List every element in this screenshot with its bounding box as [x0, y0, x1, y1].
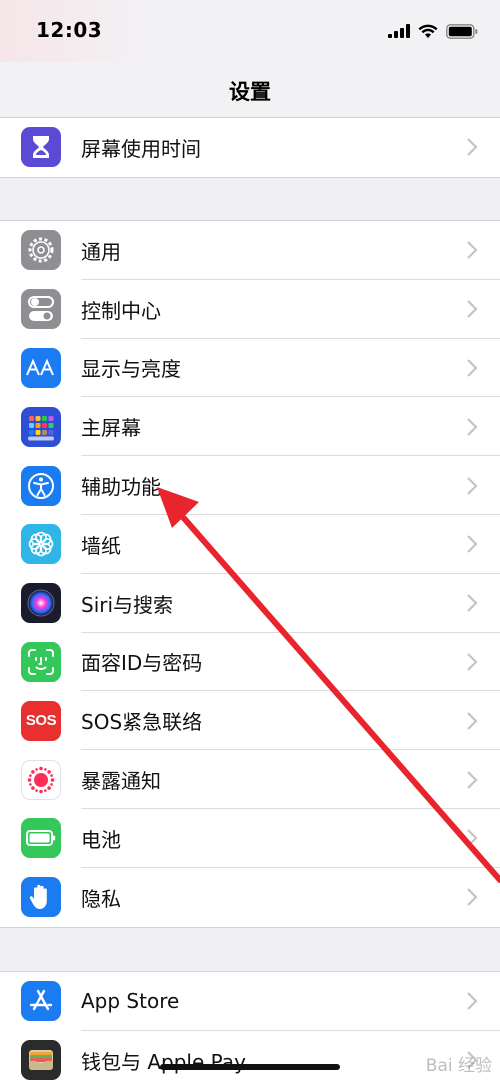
settings-row-label: SOS紧急联络 — [81, 710, 203, 735]
settings-row-battery[interactable]: 电池 — [0, 809, 500, 868]
chevron-right-icon — [467, 770, 478, 789]
settings-row-label: 钱包与 Apple Pay — [81, 1049, 246, 1074]
settings-row-app-store[interactable]: App Store — [0, 972, 500, 1031]
hand-icon — [21, 877, 61, 918]
settings-row-label: 通用 — [81, 239, 121, 264]
settings-row-face-id[interactable]: 面容ID与密码 — [0, 633, 500, 692]
chevron-right-icon — [467, 888, 478, 906]
page-title: 设置 — [229, 80, 271, 104]
settings-row-label: 显示与亮度 — [81, 357, 181, 382]
settings-group-screen-time: 屏幕使用时间 — [0, 118, 500, 178]
toggles-icon — [21, 289, 61, 330]
settings-row-emergency-sos[interactable]: SOS SOS紧急联络 — [0, 691, 500, 751]
wallet-icon — [21, 1040, 61, 1081]
accessibility-icon — [21, 465, 61, 506]
sos-icon-text: SOS — [25, 712, 57, 730]
home-indicator[interactable] — [160, 1064, 340, 1070]
settings-row-home-screen[interactable]: 主屏幕 — [0, 397, 500, 457]
settings-row-label: 隐私 — [81, 886, 121, 911]
settings-row-label: 辅助功能 — [81, 475, 161, 500]
status-icons — [388, 20, 478, 42]
settings-row-label: 控制中心 — [81, 298, 161, 323]
settings-row-control-center[interactable]: 控制中心 — [0, 280, 500, 339]
chevron-right-icon — [467, 711, 478, 730]
settings-row-display[interactable]: 显示与亮度 — [0, 339, 500, 398]
status-time: 12:03 — [36, 18, 103, 42]
watermark: Bai 经验 — [425, 1056, 492, 1076]
chevron-right-icon — [467, 535, 478, 554]
chevron-right-icon — [467, 653, 478, 671]
status-bar: 12:03 — [0, 0, 500, 62]
chevron-right-icon — [467, 300, 478, 318]
siri-icon — [21, 583, 61, 624]
chevron-right-icon — [467, 241, 478, 260]
settings-row-accessibility[interactable]: 辅助功能 — [0, 456, 500, 515]
app-grid-icon — [21, 406, 61, 447]
chevron-right-icon — [467, 359, 478, 377]
exposure-icon — [21, 759, 61, 800]
battery-icon — [21, 818, 61, 859]
nav-bar: 设置 — [0, 62, 500, 118]
settings-row-label: Siri与搜索 — [81, 592, 174, 617]
settings-row-label: 电池 — [81, 827, 121, 852]
battery-status-icon — [446, 23, 478, 39]
settings-row-label: App Store — [81, 989, 180, 1014]
settings-row-label: 面容ID与密码 — [81, 651, 203, 676]
sos-icon: SOS — [21, 700, 61, 741]
chevron-right-icon — [467, 418, 478, 436]
settings-row-general[interactable]: 通用 — [0, 221, 500, 280]
text-size-icon — [21, 347, 61, 388]
chevron-right-icon — [467, 829, 478, 848]
settings-row-exposure[interactable]: 暴露通知 — [0, 750, 500, 809]
settings-row-privacy[interactable]: 隐私 — [0, 868, 500, 927]
chevron-right-icon — [467, 476, 478, 495]
wifi-icon — [418, 24, 438, 38]
settings-row-label: 主屏幕 — [81, 416, 141, 441]
settings-row-label: 屏幕使用时间 — [81, 136, 201, 161]
face-id-icon — [21, 641, 61, 682]
settings-row-siri[interactable]: Siri与搜索 — [0, 574, 500, 633]
signal-icon — [388, 24, 410, 38]
settings-row-label: 墙纸 — [81, 533, 121, 558]
flower-icon — [21, 524, 61, 565]
settings-row-wallpaper[interactable]: 墙纸 — [0, 515, 500, 574]
chevron-right-icon — [467, 138, 478, 157]
chevron-right-icon — [467, 992, 478, 1011]
hourglass-icon — [21, 127, 61, 168]
app-store-icon — [21, 981, 61, 1022]
chevron-right-icon — [467, 594, 478, 612]
settings-row-label: 暴露通知 — [81, 769, 161, 794]
settings-group-main: 通用 控制中心 显示与亮度 主屏幕 辅助功能 墙纸 Siri与搜索 面容ID与密… — [0, 220, 500, 928]
settings-row-screen-time[interactable]: 屏幕使用时间 — [0, 118, 500, 177]
gear-icon — [21, 230, 61, 271]
